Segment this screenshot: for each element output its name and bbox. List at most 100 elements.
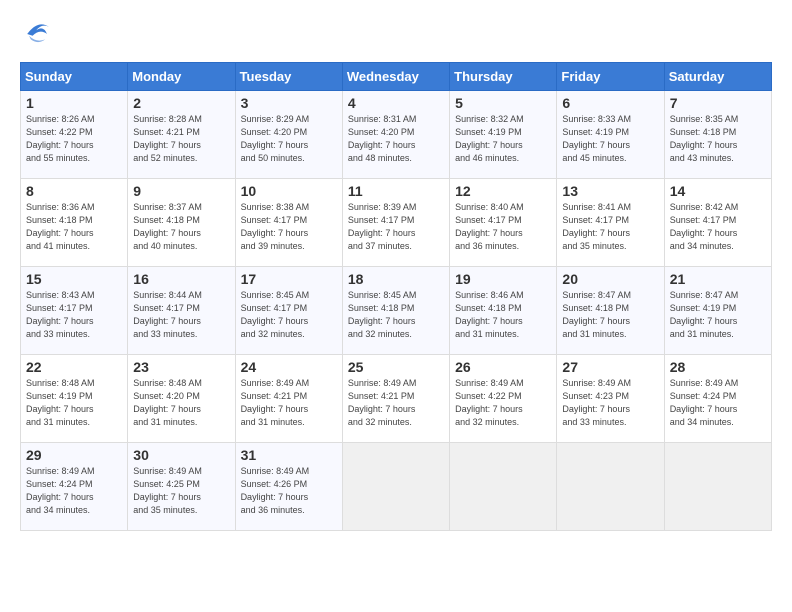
calendar-cell: 10 Sunrise: 8:38 AM Sunset: 4:17 PM Dayli…	[235, 179, 342, 267]
day-number: 27	[562, 359, 658, 375]
day-info: Sunrise: 8:46 AM Sunset: 4:18 PM Dayligh…	[455, 289, 551, 341]
day-number: 20	[562, 271, 658, 287]
day-info: Sunrise: 8:39 AM Sunset: 4:17 PM Dayligh…	[348, 201, 444, 253]
day-info: Sunrise: 8:32 AM Sunset: 4:19 PM Dayligh…	[455, 113, 551, 165]
logo	[20, 16, 60, 52]
day-info: Sunrise: 8:44 AM Sunset: 4:17 PM Dayligh…	[133, 289, 229, 341]
day-number: 16	[133, 271, 229, 287]
day-info: Sunrise: 8:49 AM Sunset: 4:21 PM Dayligh…	[348, 377, 444, 429]
day-info: Sunrise: 8:47 AM Sunset: 4:19 PM Dayligh…	[670, 289, 766, 341]
calendar-cell: 6Sunrise: 8:33 AM Sunset: 4:19 PM Daylig…	[557, 91, 664, 179]
calendar-cell: 15Sunrise: 8:43 AM Sunset: 4:17 PM Dayli…	[21, 267, 128, 355]
day-number: 11	[348, 183, 444, 199]
day-number: 12	[455, 183, 551, 199]
day-number: 30	[133, 447, 229, 463]
day-info: Sunrise: 8:42 AM Sunset: 4:17 PM Dayligh…	[670, 201, 766, 253]
day-number: 24	[241, 359, 337, 375]
day-number: 25	[348, 359, 444, 375]
day-number: 10	[241, 183, 337, 199]
header-sunday: Sunday	[21, 63, 128, 91]
header-monday: Monday	[128, 63, 235, 91]
calendar-cell: 4 Sunrise: 8:31 AM Sunset: 4:20 PM Daylig…	[342, 91, 449, 179]
day-info: Sunrise: 8:45 AM Sunset: 4:17 PM Dayligh…	[241, 289, 337, 341]
calendar-cell: 29 Sunrise: 8:49 AM Sunset: 4:24 PM Dayli…	[21, 443, 128, 531]
day-number: 26	[455, 359, 551, 375]
day-number: 5	[455, 95, 551, 111]
calendar-cell: 1 Sunrise: 8:26 AM Sunset: 4:22 PM Daylig…	[21, 91, 128, 179]
day-number: 7	[670, 95, 766, 111]
logo-icon	[20, 16, 56, 52]
day-info: Sunrise: 8:49 AM Sunset: 4:26 PM Dayligh…	[241, 465, 337, 517]
day-info: Sunrise: 8:49 AM Sunset: 4:25 PM Dayligh…	[133, 465, 229, 517]
calendar-cell: 20 Sunrise: 8:47 AM Sunset: 4:18 PM Dayli…	[557, 267, 664, 355]
day-info: Sunrise: 8:36 AM Sunset: 4:18 PM Dayligh…	[26, 201, 122, 253]
day-info: Sunrise: 8:49 AM Sunset: 4:22 PM Dayligh…	[455, 377, 551, 429]
day-number: 18	[348, 271, 444, 287]
calendar-cell: 3 Sunrise: 8:29 AM Sunset: 4:20 PM Daylig…	[235, 91, 342, 179]
calendar-cell: 5 Sunrise: 8:32 AM Sunset: 4:19 PM Daylig…	[450, 91, 557, 179]
calendar-cell: 28 Sunrise: 8:49 AM Sunset: 4:24 PM Dayli…	[664, 355, 771, 443]
day-number: 4	[348, 95, 444, 111]
day-info: Sunrise: 8:37 AM Sunset: 4:18 PM Dayligh…	[133, 201, 229, 253]
day-info: Sunrise: 8:49 AM Sunset: 4:24 PM Dayligh…	[26, 465, 122, 517]
header-thursday: Thursday	[450, 63, 557, 91]
calendar-cell: 9 Sunrise: 8:37 AM Sunset: 4:18 PM Daylig…	[128, 179, 235, 267]
calendar-cell	[450, 443, 557, 531]
calendar-cell: 12 Sunrise: 8:40 AM Sunset: 4:17 PM Dayli…	[450, 179, 557, 267]
day-info: Sunrise: 8:28 AM Sunset: 4:21 PM Dayligh…	[133, 113, 229, 165]
day-number: 31	[241, 447, 337, 463]
day-number: 9	[133, 183, 229, 199]
day-info: Sunrise: 8:45 AM Sunset: 4:18 PM Dayligh…	[348, 289, 444, 341]
week-row-3: 15Sunrise: 8:43 AM Sunset: 4:17 PM Dayli…	[21, 267, 772, 355]
calendar-cell: 7 Sunrise: 8:35 AM Sunset: 4:18 PM Daylig…	[664, 91, 771, 179]
calendar-cell: 18 Sunrise: 8:45 AM Sunset: 4:18 PM Dayli…	[342, 267, 449, 355]
day-info: Sunrise: 8:49 AM Sunset: 4:24 PM Dayligh…	[670, 377, 766, 429]
day-info: Sunrise: 8:47 AM Sunset: 4:18 PM Dayligh…	[562, 289, 658, 341]
calendar-cell: 11 Sunrise: 8:39 AM Sunset: 4:17 PM Dayli…	[342, 179, 449, 267]
day-number: 1	[26, 95, 122, 111]
calendar-cell: 25 Sunrise: 8:49 AM Sunset: 4:21 PM Dayli…	[342, 355, 449, 443]
calendar-cell: 22 Sunrise: 8:48 AM Sunset: 4:19 PM Dayli…	[21, 355, 128, 443]
day-number: 14	[670, 183, 766, 199]
header-friday: Friday	[557, 63, 664, 91]
header	[20, 16, 772, 52]
calendar-cell	[557, 443, 664, 531]
day-info: Sunrise: 8:41 AM Sunset: 4:17 PM Dayligh…	[562, 201, 658, 253]
calendar-cell: 30 Sunrise: 8:49 AM Sunset: 4:25 PM Dayli…	[128, 443, 235, 531]
day-info: Sunrise: 8:49 AM Sunset: 4:21 PM Dayligh…	[241, 377, 337, 429]
day-info: Sunrise: 8:33 AM Sunset: 4:19 PM Dayligh…	[562, 113, 658, 165]
day-info: Sunrise: 8:26 AM Sunset: 4:22 PM Dayligh…	[26, 113, 122, 165]
day-number: 21	[670, 271, 766, 287]
day-number: 22	[26, 359, 122, 375]
day-info: Sunrise: 8:40 AM Sunset: 4:17 PM Dayligh…	[455, 201, 551, 253]
calendar-cell: 16 Sunrise: 8:44 AM Sunset: 4:17 PM Dayli…	[128, 267, 235, 355]
day-info: Sunrise: 8:31 AM Sunset: 4:20 PM Dayligh…	[348, 113, 444, 165]
day-number: 19	[455, 271, 551, 287]
day-number: 17	[241, 271, 337, 287]
calendar-cell: 17 Sunrise: 8:45 AM Sunset: 4:17 PM Dayli…	[235, 267, 342, 355]
calendar-cell: 24 Sunrise: 8:49 AM Sunset: 4:21 PM Dayli…	[235, 355, 342, 443]
day-number: 8	[26, 183, 122, 199]
header-saturday: Saturday	[664, 63, 771, 91]
day-info: Sunrise: 8:38 AM Sunset: 4:17 PM Dayligh…	[241, 201, 337, 253]
calendar-cell: 31 Sunrise: 8:49 AM Sunset: 4:26 PM Dayli…	[235, 443, 342, 531]
calendar-cell: 19 Sunrise: 8:46 AM Sunset: 4:18 PM Dayli…	[450, 267, 557, 355]
week-row-2: 8 Sunrise: 8:36 AM Sunset: 4:18 PM Daylig…	[21, 179, 772, 267]
day-header-row: SundayMondayTuesdayWednesdayThursdayFrid…	[21, 63, 772, 91]
day-info: Sunrise: 8:29 AM Sunset: 4:20 PM Dayligh…	[241, 113, 337, 165]
calendar-cell: 26 Sunrise: 8:49 AM Sunset: 4:22 PM Dayli…	[450, 355, 557, 443]
calendar-cell: 23Sunrise: 8:48 AM Sunset: 4:20 PM Dayli…	[128, 355, 235, 443]
day-number: 3	[241, 95, 337, 111]
day-number: 29	[26, 447, 122, 463]
day-number: 28	[670, 359, 766, 375]
day-info: Sunrise: 8:48 AM Sunset: 4:19 PM Dayligh…	[26, 377, 122, 429]
day-number: 23	[133, 359, 229, 375]
header-tuesday: Tuesday	[235, 63, 342, 91]
calendar-cell: 14 Sunrise: 8:42 AM Sunset: 4:17 PM Dayli…	[664, 179, 771, 267]
header-wednesday: Wednesday	[342, 63, 449, 91]
calendar-cell	[342, 443, 449, 531]
day-info: Sunrise: 8:35 AM Sunset: 4:18 PM Dayligh…	[670, 113, 766, 165]
calendar-cell: 2Sunrise: 8:28 AM Sunset: 4:21 PM Daylig…	[128, 91, 235, 179]
day-number: 15	[26, 271, 122, 287]
week-row-5: 29 Sunrise: 8:49 AM Sunset: 4:24 PM Dayli…	[21, 443, 772, 531]
